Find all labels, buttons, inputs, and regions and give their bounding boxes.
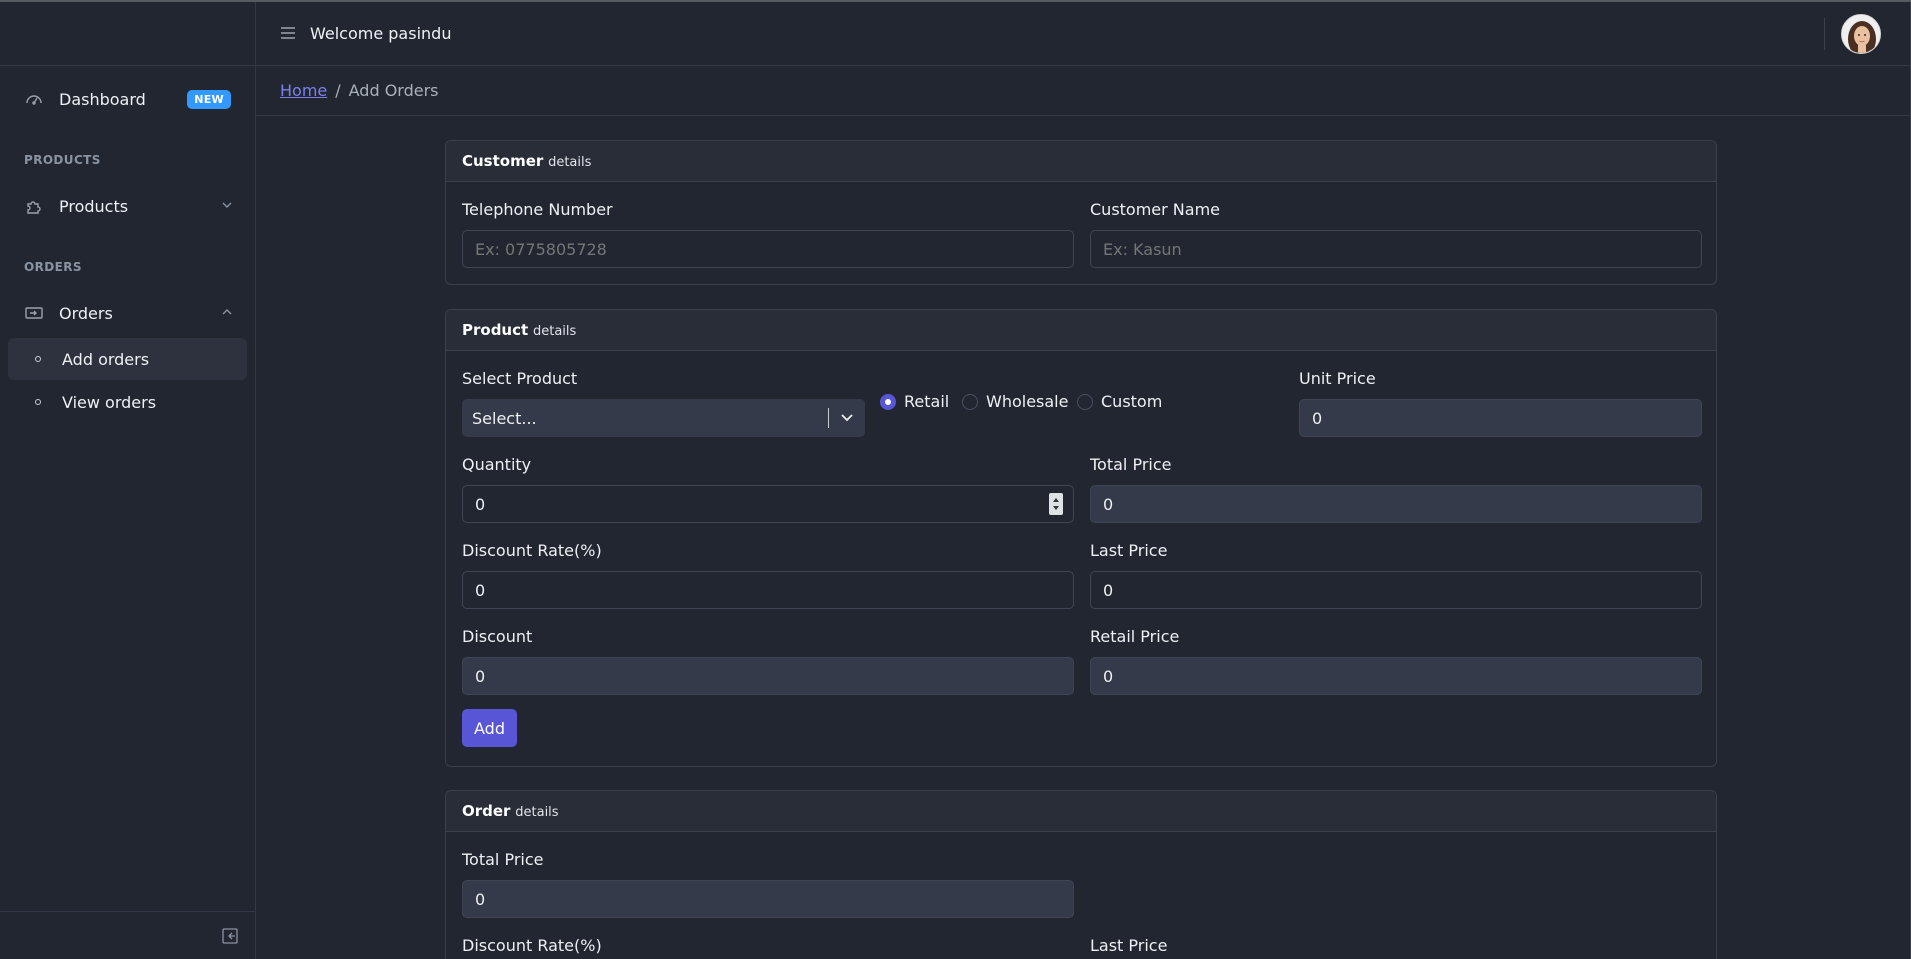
sidebar-item-add-orders[interactable]: Add orders [8,338,247,380]
select-separator [828,408,829,428]
user-avatar-icon [1842,15,1880,53]
sidebar-item-label: Orders [59,303,113,323]
quantity-value: 0 [475,494,486,514]
order-last-price-label: Last Price [1090,936,1168,955]
puzzle-icon [24,196,44,216]
menu-toggle-icon[interactable] [280,25,296,41]
card-header: Customer details [446,141,1716,182]
radio-retail[interactable]: Retail [880,392,949,411]
add-button[interactable]: Add [462,709,517,747]
customer-name-label: Customer Name [1090,200,1221,219]
product-select-value: Select... [472,408,537,428]
card-title-bold: Customer [462,152,544,170]
card-title-bold: Product [462,321,529,339]
discount-label: Discount [462,627,533,646]
retail-price-field: 0 [1090,657,1702,695]
telephone-label: Telephone Number [462,200,613,219]
card-header: Product details [446,310,1716,351]
card-title-rest: details [515,805,559,820]
radio-circle [962,393,978,410]
welcome-text: Welcome pasindu [310,24,452,43]
unit-price-label: Unit Price [1299,369,1376,388]
sidebar-item-dashboard[interactable]: Dashboard NEW [8,78,247,120]
sidebar-collapse-icon[interactable] [221,927,239,945]
unit-price-field: 0 [1299,399,1702,437]
radio-wholesale[interactable]: Wholesale [962,392,1068,411]
order-total-price-label: Total Price [462,850,544,869]
speedometer-icon [24,89,44,109]
nav-title-products: PRODUCTS [24,153,101,167]
customer-name-input[interactable] [1090,230,1702,268]
radio-circle [1077,393,1093,410]
breadcrumb: Home / Add Orders [280,81,439,100]
sidebar-item-label: Add orders [62,349,150,369]
last-price-label: Last Price [1090,541,1168,560]
total-price-field: 0 [1090,485,1702,523]
card-title-rest: details [548,155,592,170]
breadcrumb-home-link[interactable]: Home [280,81,327,100]
subheader: Home / Add Orders [256,67,1910,116]
sidebar-item-label: Products [59,196,129,216]
order-details-card: Order details Total Price 0 Discount Rat… [445,790,1717,959]
discount-rate-label: Discount Rate(%) [462,541,602,560]
total-price-label: Total Price [1090,455,1172,474]
avatar[interactable] [1841,14,1881,54]
quantity-stepper[interactable]: 0 [462,485,1074,523]
radio-circle-checked [880,393,896,410]
retail-price-label: Retail Price [1090,627,1180,646]
header: Welcome pasindu [256,2,1910,66]
quantity-label: Quantity [462,455,532,474]
sidebar-footer [0,911,255,959]
sidebar-item-label: View orders [62,392,157,412]
last-price-input[interactable]: 0 [1090,571,1702,609]
sidebar-item-label: Dashboard [59,89,146,109]
customer-details-card: Customer details Telephone Number Custom… [445,140,1717,285]
header-divider [1824,18,1825,50]
radio-label: Wholesale [986,392,1069,411]
sidebar: Dashboard NEW PRODUCTS Products ORDERS O… [0,2,256,959]
input-icon [24,303,44,323]
breadcrumb-current: Add Orders [348,81,439,100]
discount-field: 0 [462,657,1074,695]
order-total-price-field: 0 [462,880,1074,918]
product-details-card: Product details Select Product Select...… [445,309,1717,767]
sidebar-item-view-orders[interactable]: View orders [8,381,247,423]
discount-rate-input[interactable]: 0 [462,571,1074,609]
card-title-bold: Order [462,802,511,820]
radio-label: Custom [1101,392,1163,411]
sidebar-item-orders[interactable]: Orders [8,292,247,334]
spinner-arrows-icon[interactable] [1049,493,1063,515]
product-select[interactable]: Select... [462,399,865,437]
sidebar-item-products[interactable]: Products [8,185,247,227]
chevron-down-icon [841,414,853,422]
new-badge: NEW [187,90,231,109]
chevron-up-icon [222,309,232,315]
breadcrumb-separator: / [335,81,341,100]
sidebar-brand [0,2,255,66]
bullet-icon [35,356,41,362]
chevron-down-icon [222,202,232,208]
radio-custom[interactable]: Custom [1077,392,1162,411]
card-header: Order details [446,791,1716,832]
nav-title-orders: ORDERS [24,260,82,274]
select-product-label: Select Product [462,369,578,388]
radio-label: Retail [904,392,950,411]
card-title-rest: details [532,324,577,339]
telephone-input[interactable] [462,230,1074,268]
bullet-icon [35,399,41,405]
order-discount-rate-label: Discount Rate(%) [462,936,602,955]
